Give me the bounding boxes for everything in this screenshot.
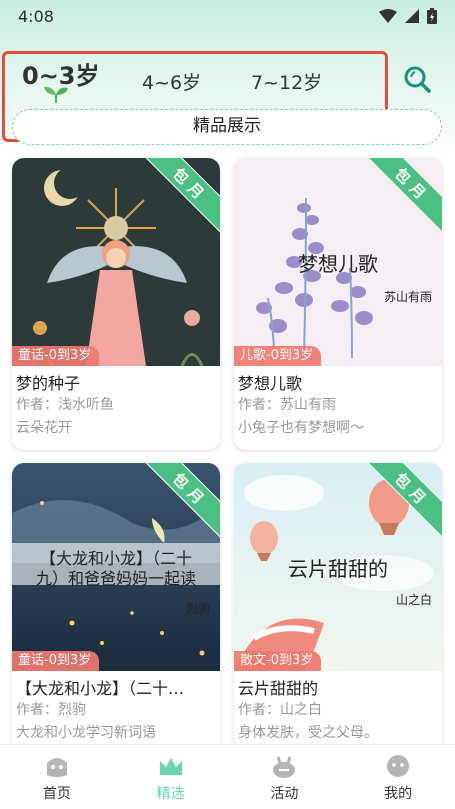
book-cover: 包月 童话-0到3岁 — [12, 158, 220, 366]
status-bar: 4:08 — [0, 0, 455, 32]
nav-profile-label: 我的 — [384, 786, 413, 802]
book-description: 身体发肤，受之父母。 — [238, 725, 378, 741]
nav-profile[interactable]: 我的 — [341, 745, 455, 809]
genre-tag: 童话-0到3岁 — [12, 346, 100, 366]
nav-activity[interactable]: 活动 — [228, 745, 342, 809]
cover-title-line-2: 九）和爸爸妈妈一起读 — [35, 569, 196, 588]
status-icons — [379, 8, 437, 24]
premium-showcase-button[interactable]: 精品展示 — [12, 109, 442, 145]
book-card[interactable]: 梦想儿歌 苏山有雨 包月 儿歌-0到3岁 梦想儿歌 作者：苏山有雨 小兔子也有梦… — [234, 158, 442, 450]
signal-icon — [405, 9, 419, 23]
nav-home-label: 首页 — [42, 786, 71, 802]
book-author: 作者：苏山有雨 — [238, 397, 336, 413]
home-icon — [46, 758, 67, 777]
book-cover: 梦想儿歌 苏山有雨 包月 儿歌-0到3岁 — [234, 158, 442, 366]
status-time: 4:08 — [18, 6, 54, 26]
profile-icon — [387, 755, 410, 777]
book-description: 小兔子也有梦想啊～ — [238, 420, 364, 436]
book-cover: 云片甜甜的 山之白 包月 散文-0到3岁 — [234, 463, 442, 671]
crown-icon — [159, 758, 182, 775]
wifi-icon — [379, 9, 397, 23]
genre-tag: 童话-0到3岁 — [12, 651, 100, 671]
cover-author: 烈驹 — [185, 602, 210, 616]
battery-icon — [427, 8, 437, 24]
nav-featured[interactable]: 精选 — [114, 745, 228, 809]
book-card[interactable]: 【大龙和小龙】（二十 九）和爸爸妈妈一起读 烈驹 包月 童话-0到3岁 【大龙和… — [12, 463, 220, 755]
cover-title: 云片甜甜的 — [288, 557, 388, 581]
book-title: 云片甜甜的 — [238, 679, 319, 698]
age-tab-7-12[interactable]: 7~12岁 — [251, 68, 322, 95]
book-card[interactable]: 云片甜甜的 山之白 包月 散文-0到3岁 云片甜甜的 作者：山之白 身体发肤，受… — [234, 463, 442, 755]
age-tab-4-6[interactable]: 4~6岁 — [142, 68, 201, 95]
nav-featured-label: 精选 — [156, 786, 185, 802]
genre-tag: 散文-0到3岁 — [234, 651, 322, 671]
book-author: 作者：山之白 — [238, 702, 322, 718]
search-icon[interactable] — [402, 64, 432, 94]
book-cover: 【大龙和小龙】（二十 九）和爸爸妈妈一起读 烈驹 包月 童话-0到3岁 — [12, 463, 220, 671]
nav-home[interactable]: 首页 — [0, 745, 114, 809]
book-description: 大龙和小龙学习新词语 — [16, 725, 156, 741]
cover-author: 苏山有雨 — [383, 290, 432, 304]
book-card[interactable]: 包月 童话-0到3岁 梦的种子 作者：浅水听鱼 云朵花开 — [12, 158, 220, 450]
cover-title: 梦想儿歌 — [298, 252, 378, 276]
book-author: 作者：浅水听鱼 — [16, 397, 114, 413]
genre-tag: 儿歌-0到3岁 — [234, 346, 322, 366]
book-author: 作者：烈驹 — [16, 702, 86, 718]
book-description: 云朵花开 — [16, 420, 72, 436]
nav-activity-label: 活动 — [270, 786, 299, 802]
book-title: 梦想儿歌 — [238, 374, 303, 393]
book-title: 【大龙和小龙】（二十… — [16, 679, 185, 698]
activity-icon — [273, 756, 296, 778]
book-title: 梦的种子 — [16, 374, 81, 393]
sprout-icon — [44, 86, 68, 103]
bottom-navigation: 首页 精选 活动 我的 — [0, 744, 455, 809]
cover-author: 山之白 — [395, 593, 432, 607]
